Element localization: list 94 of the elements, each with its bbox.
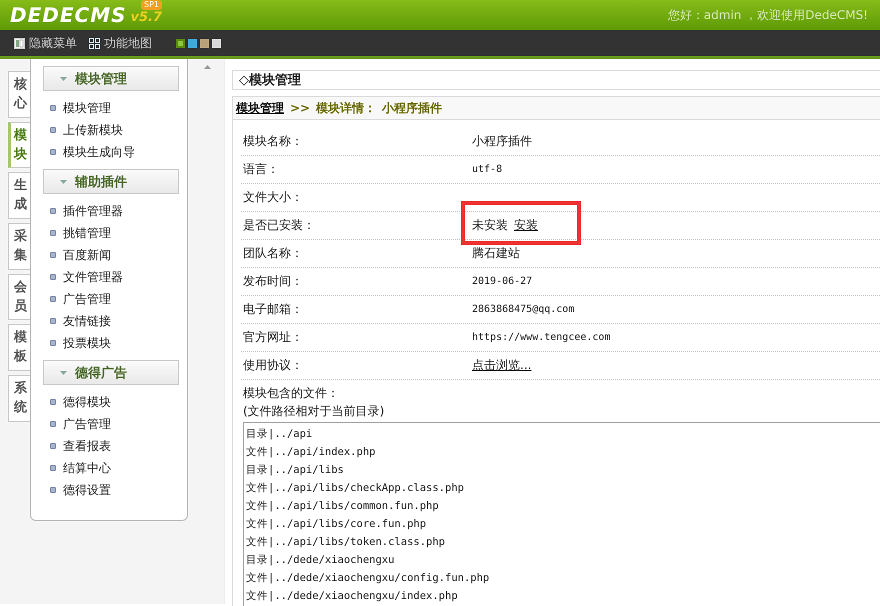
menu-item[interactable]: 德得模块 (63, 394, 111, 410)
menu-group-header[interactable]: 模块管理 (43, 66, 179, 91)
logo: DEDECMS (10, 2, 127, 29)
bullet-icon (50, 318, 56, 324)
menu-item[interactable]: 结算中心 (63, 460, 111, 476)
bullet-icon (50, 296, 56, 302)
breadcrumb-link[interactable]: 模块管理 (236, 100, 284, 116)
field-label: 官方网址： (242, 329, 304, 346)
bullet-icon (50, 465, 56, 471)
files-note: (文件路径相对于当前目录) (243, 403, 386, 420)
field-label: 是否已安装： (242, 217, 316, 234)
field-label: 使用协议： (242, 357, 304, 374)
bullet-icon (50, 443, 56, 449)
side-tab[interactable]: 核心 (8, 71, 30, 118)
menu-item[interactable]: 挑错管理 (63, 224, 111, 242)
bullet-icon (50, 340, 56, 346)
caret-icon (60, 180, 67, 184)
field-link[interactable]: 安装 (514, 217, 538, 234)
theme-swatch[interactable] (212, 38, 221, 48)
menu-item[interactable]: 德得设置 (63, 482, 111, 498)
menu-item[interactable]: 模块管理 (63, 100, 111, 116)
menu-item[interactable]: 模块生成向导 (63, 144, 135, 160)
field-value: utf-8 (472, 164, 502, 175)
field-value: 2019-06-27 (472, 276, 532, 287)
field-value: https://www.tengcee.com (472, 332, 610, 343)
theme-swatch[interactable] (200, 38, 209, 48)
menu-group-title: 辅助插件 (75, 174, 127, 190)
file-path: 文件|../api/libs/checkApp.class.php (246, 481, 465, 496)
side-tab[interactable]: 系统 (8, 375, 30, 422)
files-label: 模块包含的文件： (243, 385, 340, 402)
bullet-icon (50, 105, 56, 111)
greeting-text: 您好：admin ，欢迎使用DedeCMS! (668, 6, 868, 24)
toolbar-button[interactable]: 隐藏菜单 (14, 34, 77, 52)
menu-group-header[interactable]: 德得广告 (43, 360, 179, 385)
panel-icon (14, 38, 25, 48)
file-path: 目录|../api (246, 427, 314, 442)
field-value: 小程序插件 (472, 133, 532, 150)
theme-swatch[interactable] (188, 38, 197, 48)
menu-item[interactable]: 广告管理 (63, 416, 111, 432)
field-value: 2863868475@qq.com (472, 304, 574, 315)
bullet-icon (50, 421, 56, 427)
file-path: 文件|../api/libs/core.fun.php (246, 517, 428, 532)
side-tab[interactable]: 采集 (8, 223, 30, 270)
bullet-icon (50, 127, 56, 133)
bullet-icon (50, 399, 56, 405)
bullet-icon (50, 252, 56, 258)
bullet-icon (50, 487, 56, 493)
field-label: 电子邮箱： (242, 301, 304, 318)
caret-icon (60, 370, 67, 374)
menu-item[interactable]: 投票模块 (63, 334, 111, 352)
bullet-icon (50, 149, 56, 155)
file-path: 文件|../api/libs/common.fun.php (246, 499, 440, 514)
file-path: 文件|../api/libs/token.class.php (246, 535, 446, 550)
side-tab[interactable]: 模板 (8, 324, 30, 372)
bullet-icon (50, 230, 56, 236)
toolbar-button[interactable]: 功能地图 (89, 34, 152, 52)
menu-group-title: 德得广告 (75, 364, 127, 382)
file-path: 文件|../dede/xiaochengxu/config.fun.php (246, 571, 490, 586)
side-tab[interactable]: 会员 (8, 274, 30, 320)
field-link[interactable]: 点击浏览... (472, 357, 532, 374)
grid-icon (89, 38, 100, 48)
side-tab[interactable]: 生成 (8, 172, 30, 220)
menu-item[interactable]: 查看报表 (63, 438, 111, 454)
menu-group-header[interactable]: 辅助插件 (43, 169, 179, 194)
field-value: 腾石建站 (472, 245, 520, 262)
field-value: 未安装 (472, 217, 508, 234)
file-path: 文件|../api/index.php (246, 445, 376, 460)
field-label: 模块名称： (242, 133, 304, 150)
field-label: 发布时间： (242, 273, 304, 290)
file-path: 目录|../dede/xiaochengxu (246, 553, 396, 568)
bullet-icon (50, 274, 56, 280)
menu-group-title: 模块管理 (75, 70, 127, 88)
breadcrumb-separator: >> (290, 101, 310, 115)
version-label: v5.7 (130, 9, 162, 27)
version-badge: SP1 (141, 0, 162, 10)
menu-item[interactable]: 上传新模块 (63, 122, 123, 138)
file-path: 文件|../dede/xiaochengxu/index.php (246, 589, 459, 604)
field-label: 团队名称： (242, 245, 304, 262)
field-label: 文件大小： (242, 189, 304, 206)
menu-item[interactable]: 友情链接 (63, 312, 111, 330)
side-tab[interactable]: 模块 (8, 122, 30, 168)
menu-item[interactable]: 广告管理 (63, 290, 111, 308)
scroll-up-icon[interactable] (204, 65, 211, 69)
theme-swatch[interactable] (176, 38, 185, 48)
menu-item[interactable]: 插件管理器 (63, 202, 123, 220)
module-name: 小程序插件 (382, 100, 442, 116)
breadcrumb-text: 模块详情： (316, 100, 376, 116)
file-path: 目录|../api/libs (246, 463, 345, 478)
menu-item[interactable]: 文件管理器 (63, 268, 123, 286)
field-label: 语言： (242, 161, 280, 178)
bullet-icon (50, 208, 56, 214)
caret-icon (60, 76, 67, 80)
page-title: ◇模块管理 (239, 72, 301, 89)
menu-item[interactable]: 百度新闻 (63, 246, 111, 264)
